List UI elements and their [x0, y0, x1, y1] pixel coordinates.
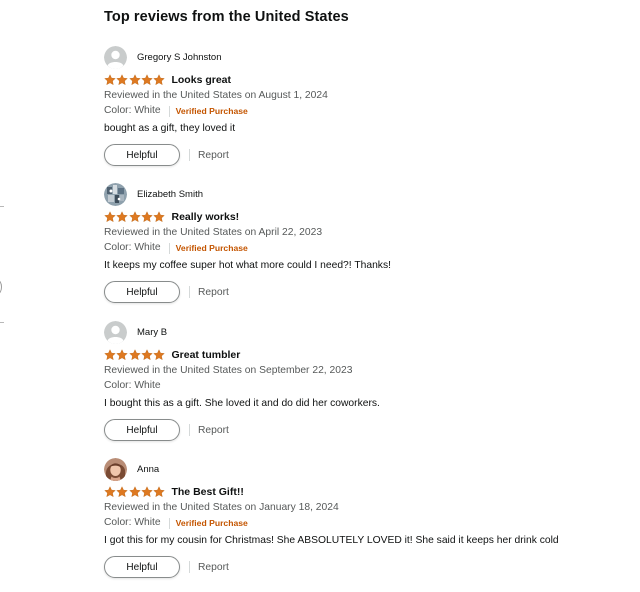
- review-title[interactable]: Looks great: [171, 74, 231, 86]
- star-filled-icon: [116, 486, 129, 498]
- review-title[interactable]: Great tumbler: [171, 349, 240, 361]
- divider: [189, 286, 190, 298]
- review-date: Reviewed in the United States on April 2…: [104, 227, 323, 238]
- star-filled-icon: [153, 211, 165, 223]
- section-title: Top reviews from the United States: [104, 9, 349, 25]
- star-filled-icon: [128, 486, 141, 498]
- review-date: Reviewed in the United States on August …: [104, 90, 328, 101]
- variant-color[interactable]: Color: White: [104, 242, 161, 254]
- star-filled-icon: [128, 211, 141, 223]
- star-filled-icon: [153, 486, 165, 498]
- review-card: Elizabeth Smith Really works! Reviewed i…: [104, 182, 624, 303]
- reviewer-profile[interactable]: Mary B: [104, 320, 624, 344]
- divider: [168, 242, 170, 254]
- helpful-button[interactable]: Helpful: [104, 419, 180, 441]
- review-title[interactable]: Really works!: [171, 211, 239, 223]
- reviewer-profile[interactable]: Gregory S Johnston: [104, 45, 624, 69]
- report-link[interactable]: Report: [198, 287, 229, 298]
- default-avatar-icon: [104, 45, 127, 69]
- star-rating[interactable]: [104, 349, 165, 361]
- verified-purchase-badge[interactable]: Verified Purchase: [176, 105, 248, 117]
- helpful-button[interactable]: Helpful: [104, 281, 180, 303]
- verified-purchase-badge[interactable]: Verified Purchase: [176, 242, 248, 254]
- reviewer-name: Mary B: [137, 326, 168, 338]
- divider: [168, 105, 170, 117]
- star-filled-icon: [104, 349, 116, 361]
- star-rating[interactable]: [104, 74, 165, 86]
- variant-color[interactable]: Color: White: [104, 380, 161, 392]
- reviewer-name: Gregory S Johnston: [137, 51, 222, 63]
- review-date: Reviewed in the United States on January…: [104, 502, 339, 513]
- review-title[interactable]: The Best Gift!!: [171, 486, 243, 498]
- star-filled-icon: [104, 486, 116, 498]
- reviewer-name: Anna: [137, 463, 160, 475]
- verified-purchase-badge[interactable]: Verified Purchase: [176, 517, 248, 529]
- report-link[interactable]: Report: [198, 562, 229, 573]
- review-card: Anna The Best Gift!! Reviewed in the Uni…: [104, 457, 624, 578]
- star-rating[interactable]: [104, 211, 165, 223]
- star-filled-icon: [141, 211, 153, 223]
- star-filled-icon: [141, 349, 153, 361]
- helpful-button[interactable]: Helpful: [104, 556, 180, 578]
- reviewer-name: Elizabeth Smith: [137, 188, 204, 200]
- report-link[interactable]: Report: [198, 150, 229, 161]
- report-link[interactable]: Report: [198, 425, 229, 436]
- variant-color[interactable]: Color: White: [104, 517, 161, 529]
- review-body: bought as a gift, they loved it: [104, 123, 236, 134]
- edge-mark: [0, 322, 4, 323]
- star-filled-icon: [141, 486, 153, 498]
- reviewer-profile[interactable]: Anna: [104, 457, 624, 481]
- helpful-button[interactable]: Helpful: [104, 144, 180, 166]
- review-card: Gregory S Johnston Looks great Reviewed …: [104, 45, 624, 166]
- divider: [189, 424, 190, 436]
- star-filled-icon: [141, 74, 153, 86]
- review-body: It keeps my coffee super hot what more c…: [104, 260, 391, 271]
- divider: [189, 149, 190, 161]
- star-filled-icon: [104, 211, 116, 223]
- review-body: I got this for my cousin for Christmas! …: [104, 535, 559, 546]
- variant-color[interactable]: Color: White: [104, 105, 161, 117]
- star-filled-icon: [116, 349, 129, 361]
- star-filled-icon: [116, 74, 129, 86]
- reviewer-photo-avatar: [104, 457, 127, 481]
- review-body: I bought this as a gift. She loved it an…: [104, 398, 380, 409]
- default-avatar-icon: [104, 320, 127, 344]
- divider: [189, 561, 190, 573]
- star-filled-icon: [128, 74, 141, 86]
- star-filled-icon: [116, 211, 129, 223]
- carousel-edge: [0, 280, 2, 294]
- review-card: Mary B Great tumbler Reviewed in the Uni…: [104, 320, 624, 441]
- star-filled-icon: [104, 74, 116, 86]
- star-filled-icon: [153, 349, 165, 361]
- star-rating[interactable]: [104, 486, 165, 498]
- reviewer-photo-avatar: [104, 182, 127, 206]
- divider: [168, 517, 170, 529]
- review-date: Reviewed in the United States on Septemb…: [104, 365, 353, 376]
- reviewer-profile[interactable]: Elizabeth Smith: [104, 182, 624, 206]
- star-filled-icon: [128, 349, 141, 361]
- edge-mark: [0, 206, 4, 207]
- star-filled-icon: [153, 74, 165, 86]
